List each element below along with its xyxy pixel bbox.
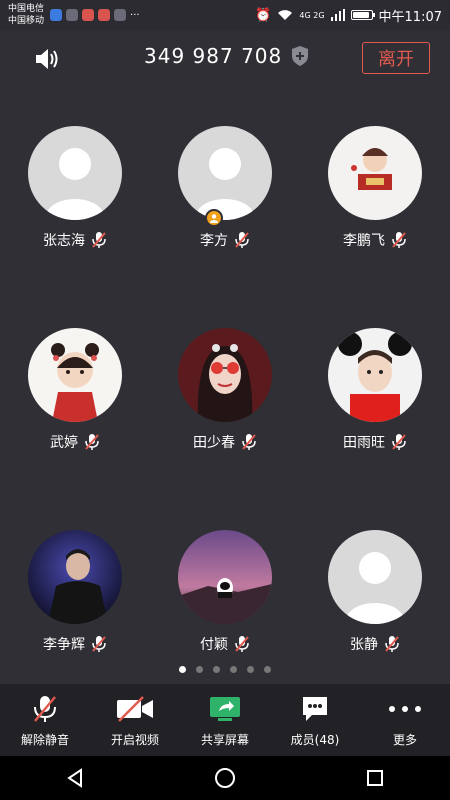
share-screen-icon: [208, 693, 242, 725]
participant-name: 李争辉: [43, 637, 85, 653]
chat-bubble-icon: [300, 693, 330, 725]
page-dot[interactable]: [213, 666, 220, 673]
carrier-2: 中国移动: [8, 16, 45, 26]
mic-muted-icon: [242, 434, 256, 450]
start-video-label: 开启视频: [110, 732, 159, 747]
more-notifications-icon: ···: [130, 9, 140, 21]
mic-muted-icon: [32, 693, 58, 725]
participant-name: 李方: [200, 233, 228, 249]
mic-muted-icon: [235, 636, 249, 652]
carriers: 中国电信 中国移动: [8, 3, 44, 27]
name-row: 付颖: [200, 634, 250, 654]
clock: 中午11:07: [378, 9, 442, 25]
page-dot-active[interactable]: [179, 666, 186, 673]
page-dot[interactable]: [196, 666, 203, 673]
alarm-icon: ⏰: [255, 7, 272, 23]
name-row: 田少春: [193, 432, 257, 452]
recents-icon[interactable]: [355, 763, 395, 793]
share-screen-button[interactable]: 共享屏幕: [185, 693, 265, 748]
participant-tile[interactable]: 张志海: [15, 126, 135, 266]
mic-muted-icon: [392, 232, 406, 248]
host-badge-icon: [205, 209, 223, 227]
status-left: 中国电信 中国移动 ···: [8, 3, 140, 27]
app-notification-icon: [50, 9, 63, 21]
name-row: 田雨旺: [343, 432, 407, 452]
name-row: 张静: [350, 634, 400, 654]
participant-name: 田雨旺: [343, 435, 385, 451]
app-notification-icon: [98, 9, 111, 21]
page-indicator[interactable]: [0, 666, 450, 673]
page-dot[interactable]: [264, 666, 271, 673]
mic-muted-icon: [92, 636, 106, 652]
participant-name: 田少春: [193, 435, 235, 451]
participant-tile[interactable]: 田少春: [165, 328, 285, 468]
participant-name: 李鹏飞: [343, 233, 385, 249]
unmute-button[interactable]: 解除静音: [5, 693, 85, 748]
name-row: 李鹏飞: [343, 230, 407, 250]
meeting-id-group[interactable]: 349 987 708: [144, 44, 310, 68]
name-row: 李争辉: [43, 634, 107, 654]
mic-muted-icon: [392, 434, 406, 450]
video-off-icon: [115, 693, 155, 725]
avatar: [328, 126, 422, 220]
avatar: [28, 126, 122, 220]
status-bar: 中国电信 中国移动 ··· ⏰ 4G 2G 中午11:07: [0, 0, 450, 30]
participant-tile[interactable]: 张静: [315, 530, 435, 670]
name-row: 张志海: [43, 230, 107, 250]
network-indicator: 4G 2G: [299, 10, 325, 20]
more-button[interactable]: 更多: [365, 693, 445, 748]
participant-tile[interactable]: 李方: [165, 126, 285, 266]
participant-name: 付颖: [200, 637, 228, 653]
system-nav-bar: [0, 756, 450, 800]
signal-icon: [330, 9, 345, 21]
more-label: 更多: [392, 732, 417, 747]
app-notification-icon: [82, 9, 95, 21]
unmute-label: 解除静音: [20, 732, 69, 747]
page-dot[interactable]: [230, 666, 237, 673]
battery-icon: [350, 10, 375, 20]
avatar: [178, 126, 272, 220]
shield-icon: [292, 46, 309, 66]
wifi-icon: [278, 10, 293, 20]
name-row: 李方: [200, 230, 250, 250]
start-video-button[interactable]: 开启视频: [95, 693, 175, 748]
notification-icons: ···: [50, 9, 140, 21]
participant-name: 武婷: [50, 435, 78, 451]
participant-tile[interactable]: 田雨旺: [315, 328, 435, 468]
leave-button[interactable]: 离开: [362, 42, 430, 74]
avatar: [178, 328, 272, 422]
carrier-1: 中国电信: [8, 4, 45, 14]
home-icon[interactable]: [205, 763, 245, 793]
meeting-toolbar: 解除静音 开启视频 共享屏幕 成员(48) 更多: [0, 684, 450, 756]
speaker-icon[interactable]: [34, 46, 62, 72]
share-screen-label: 共享屏幕: [200, 732, 249, 747]
app-notification-icon: [114, 9, 127, 21]
status-right: ⏰ 4G 2G 中午11:07: [255, 6, 442, 25]
participant-tile[interactable]: 李争辉: [15, 530, 135, 670]
participant-grid: 张志海 李方 李鹏飞 武婷 田少春 田雨旺 李争辉 付颖 张静: [0, 126, 450, 656]
mic-muted-icon: [92, 232, 106, 248]
mic-muted-icon: [85, 434, 99, 450]
meeting-header: 349 987 708 离开: [0, 32, 450, 86]
mic-muted-icon: [235, 232, 249, 248]
name-row: 武婷: [50, 432, 100, 452]
more-dots-icon: [387, 693, 423, 725]
members-label: 成员(48): [290, 732, 340, 747]
avatar: [28, 328, 122, 422]
members-button[interactable]: 成员(48): [275, 693, 355, 748]
participant-tile[interactable]: 李鹏飞: [315, 126, 435, 266]
avatar: [328, 328, 422, 422]
app-notification-icon: [66, 9, 79, 21]
participant-name: 张静: [350, 637, 378, 653]
participant-tile[interactable]: 付颖: [165, 530, 285, 670]
mic-muted-icon: [385, 636, 399, 652]
back-icon[interactable]: [55, 763, 95, 793]
participant-tile[interactable]: 武婷: [15, 328, 135, 468]
avatar: [328, 530, 422, 624]
meeting-id: 349 987 708: [144, 44, 283, 68]
page-dot[interactable]: [247, 666, 254, 673]
avatar: [28, 530, 122, 624]
avatar: [178, 530, 272, 624]
participant-name: 张志海: [43, 233, 85, 249]
